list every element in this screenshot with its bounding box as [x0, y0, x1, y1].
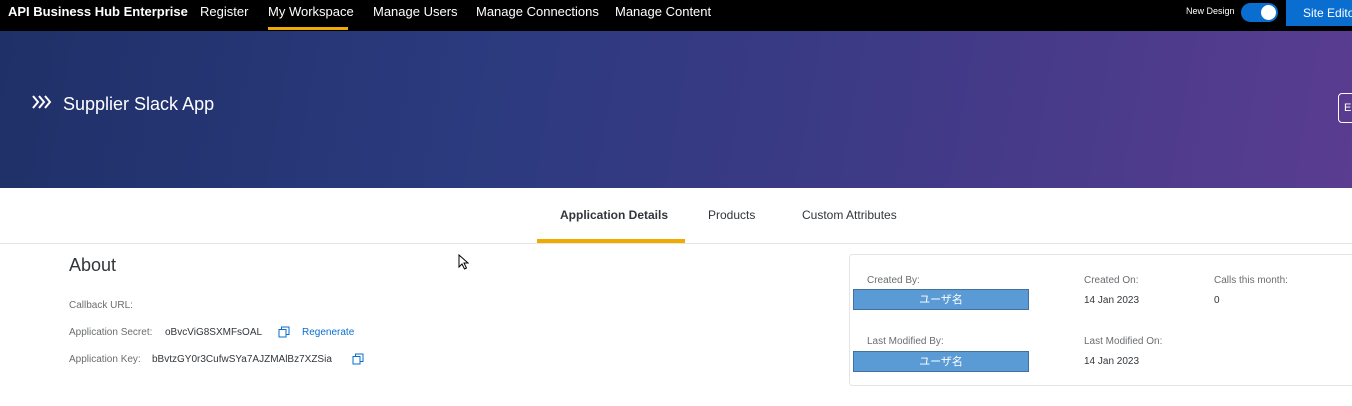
- application-info-card: Created By: ユーザ名 Created On: 14 Jan 2023…: [849, 254, 1352, 386]
- hero-edit-button[interactable]: E: [1338, 93, 1352, 123]
- application-key-label: Application Key:: [69, 354, 141, 365]
- about-heading: About: [69, 255, 117, 275]
- created-by-label: Created By:: [867, 275, 920, 286]
- regenerate-link[interactable]: Regenerate: [302, 327, 354, 339]
- site-editor-button[interactable]: Site Edito: [1286, 0, 1352, 26]
- tab-custom-attributes[interactable]: Custom Attributes: [802, 208, 897, 222]
- top-nav-bar: API Business Hub Enterprise Register My …: [0, 0, 1352, 31]
- nav-item-my-workspace[interactable]: My Workspace: [268, 4, 354, 20]
- active-tab-indicator: [537, 239, 685, 243]
- application-key-value: bBvtzGY0r3CufwSYa7AJZMAlBz7XZSia: [152, 354, 332, 365]
- detail-tabs: Application Details Products Custom Attr…: [0, 188, 1352, 244]
- nav-item-manage-users[interactable]: Manage Users: [373, 4, 458, 20]
- brand-title[interactable]: API Business Hub Enterprise: [8, 4, 188, 20]
- new-design-label: New Design: [1186, 6, 1235, 16]
- created-on-label: Created On:: [1084, 275, 1139, 286]
- created-by-value: ユーザ名: [853, 289, 1029, 310]
- chevron-triple-right-icon: [32, 95, 52, 109]
- hero-banner: Supplier Slack App E: [0, 31, 1352, 188]
- callback-url-label: Callback URL:: [69, 300, 133, 311]
- created-on-value: 14 Jan 2023: [1084, 295, 1140, 306]
- nav-item-register[interactable]: Register: [200, 4, 248, 20]
- last-modified-by-value: ユーザ名: [853, 351, 1029, 372]
- nav-item-manage-content[interactable]: Manage Content: [615, 4, 711, 20]
- app-title: Supplier Slack App: [63, 94, 215, 114]
- copy-key-icon[interactable]: [352, 353, 364, 365]
- nav-active-indicator: [268, 27, 348, 30]
- last-modified-on-label: Last Modified On:: [1084, 336, 1163, 347]
- mouse-cursor-icon: [458, 254, 470, 270]
- application-secret-label: Application Secret:: [69, 327, 153, 338]
- copy-secret-icon[interactable]: [278, 326, 290, 338]
- calls-this-month-label: Calls this month:: [1214, 275, 1288, 286]
- toggle-knob: [1261, 5, 1276, 20]
- last-modified-by-label: Last Modified By:: [867, 336, 944, 347]
- last-modified-on-value: 14 Jan 2023: [1084, 356, 1140, 367]
- nav-item-manage-connections[interactable]: Manage Connections: [476, 4, 599, 20]
- tab-application-details[interactable]: Application Details: [560, 208, 668, 222]
- new-design-toggle[interactable]: [1241, 3, 1278, 22]
- calls-this-month-value: 0: [1214, 295, 1220, 306]
- tab-products[interactable]: Products: [708, 208, 755, 222]
- application-secret-value: oBvcViG8SXMFsOAL: [165, 327, 263, 338]
